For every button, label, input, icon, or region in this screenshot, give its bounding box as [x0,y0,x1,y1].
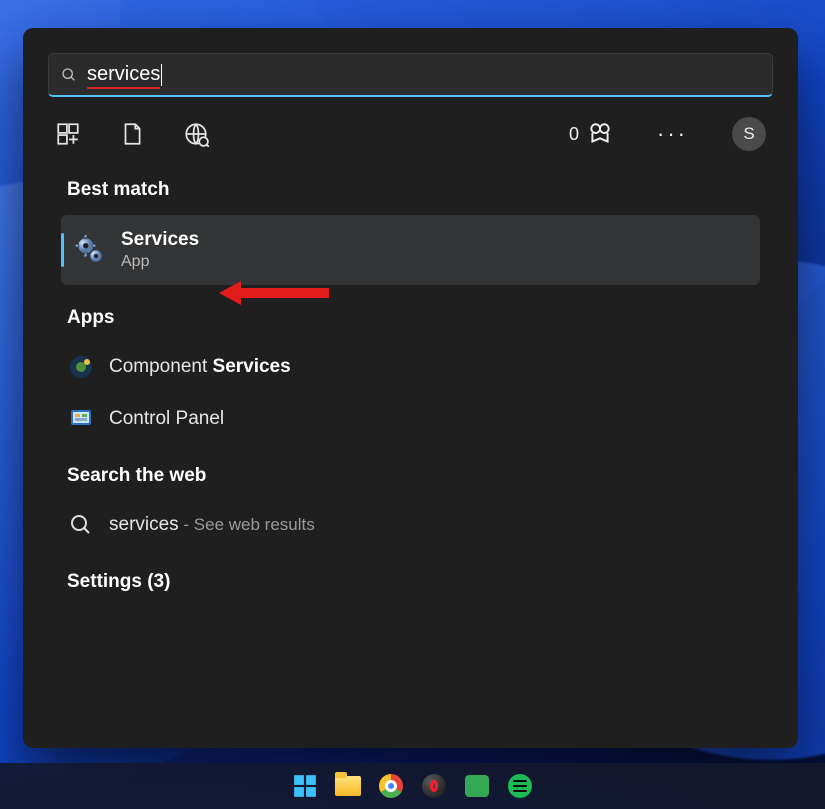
apps-item-control-panel[interactable]: Control Panel [61,395,760,443]
start-menu: services 0 ··· S Best match [23,28,798,748]
services-app-icon [73,233,107,267]
section-apps: Apps [67,307,760,329]
chrome-icon[interactable] [377,772,405,800]
filter-apps-icon[interactable] [55,121,81,147]
filter-documents-icon[interactable] [119,121,145,147]
control-panel-icon [69,407,93,431]
section-best-match: Best match [67,179,760,201]
google-chat-icon[interactable] [463,772,491,800]
component-services-icon [69,355,93,379]
more-button[interactable]: ··· [651,121,694,147]
spotify-icon[interactable] [506,772,534,800]
web-item-label: services - See web results [109,514,315,536]
search-query-text: services [87,63,160,86]
rewards-icon [587,121,613,147]
search-input[interactable]: services [87,63,760,86]
start-button[interactable] [291,772,319,800]
apps-item-label: Control Panel [109,408,224,430]
filter-web-icon[interactable] [183,121,209,147]
web-result-item[interactable]: services - See web results [61,501,760,549]
best-match-item[interactable]: Services App [61,215,760,285]
user-avatar[interactable]: S [732,117,766,151]
rewards-count: 0 [569,124,579,145]
best-match-title: Services [121,229,199,251]
filter-bar: 0 ··· S [23,105,798,157]
best-match-subtitle: App [121,253,199,271]
results: Best match Service [23,157,798,748]
taskbar [0,763,825,809]
search-icon [69,513,93,537]
avatar-initial: S [743,124,754,144]
apps-item-component-services[interactable]: Component Services [61,343,760,391]
apps-item-label: Component Services [109,356,291,378]
text-caret [161,64,162,86]
search-box[interactable]: services [48,53,773,97]
section-web: Search the web [67,465,760,487]
file-explorer-icon[interactable] [334,772,362,800]
search-icon [61,67,77,83]
section-settings[interactable]: Settings (3) [67,571,760,593]
opera-icon[interactable] [420,772,448,800]
rewards[interactable]: 0 [569,121,613,147]
